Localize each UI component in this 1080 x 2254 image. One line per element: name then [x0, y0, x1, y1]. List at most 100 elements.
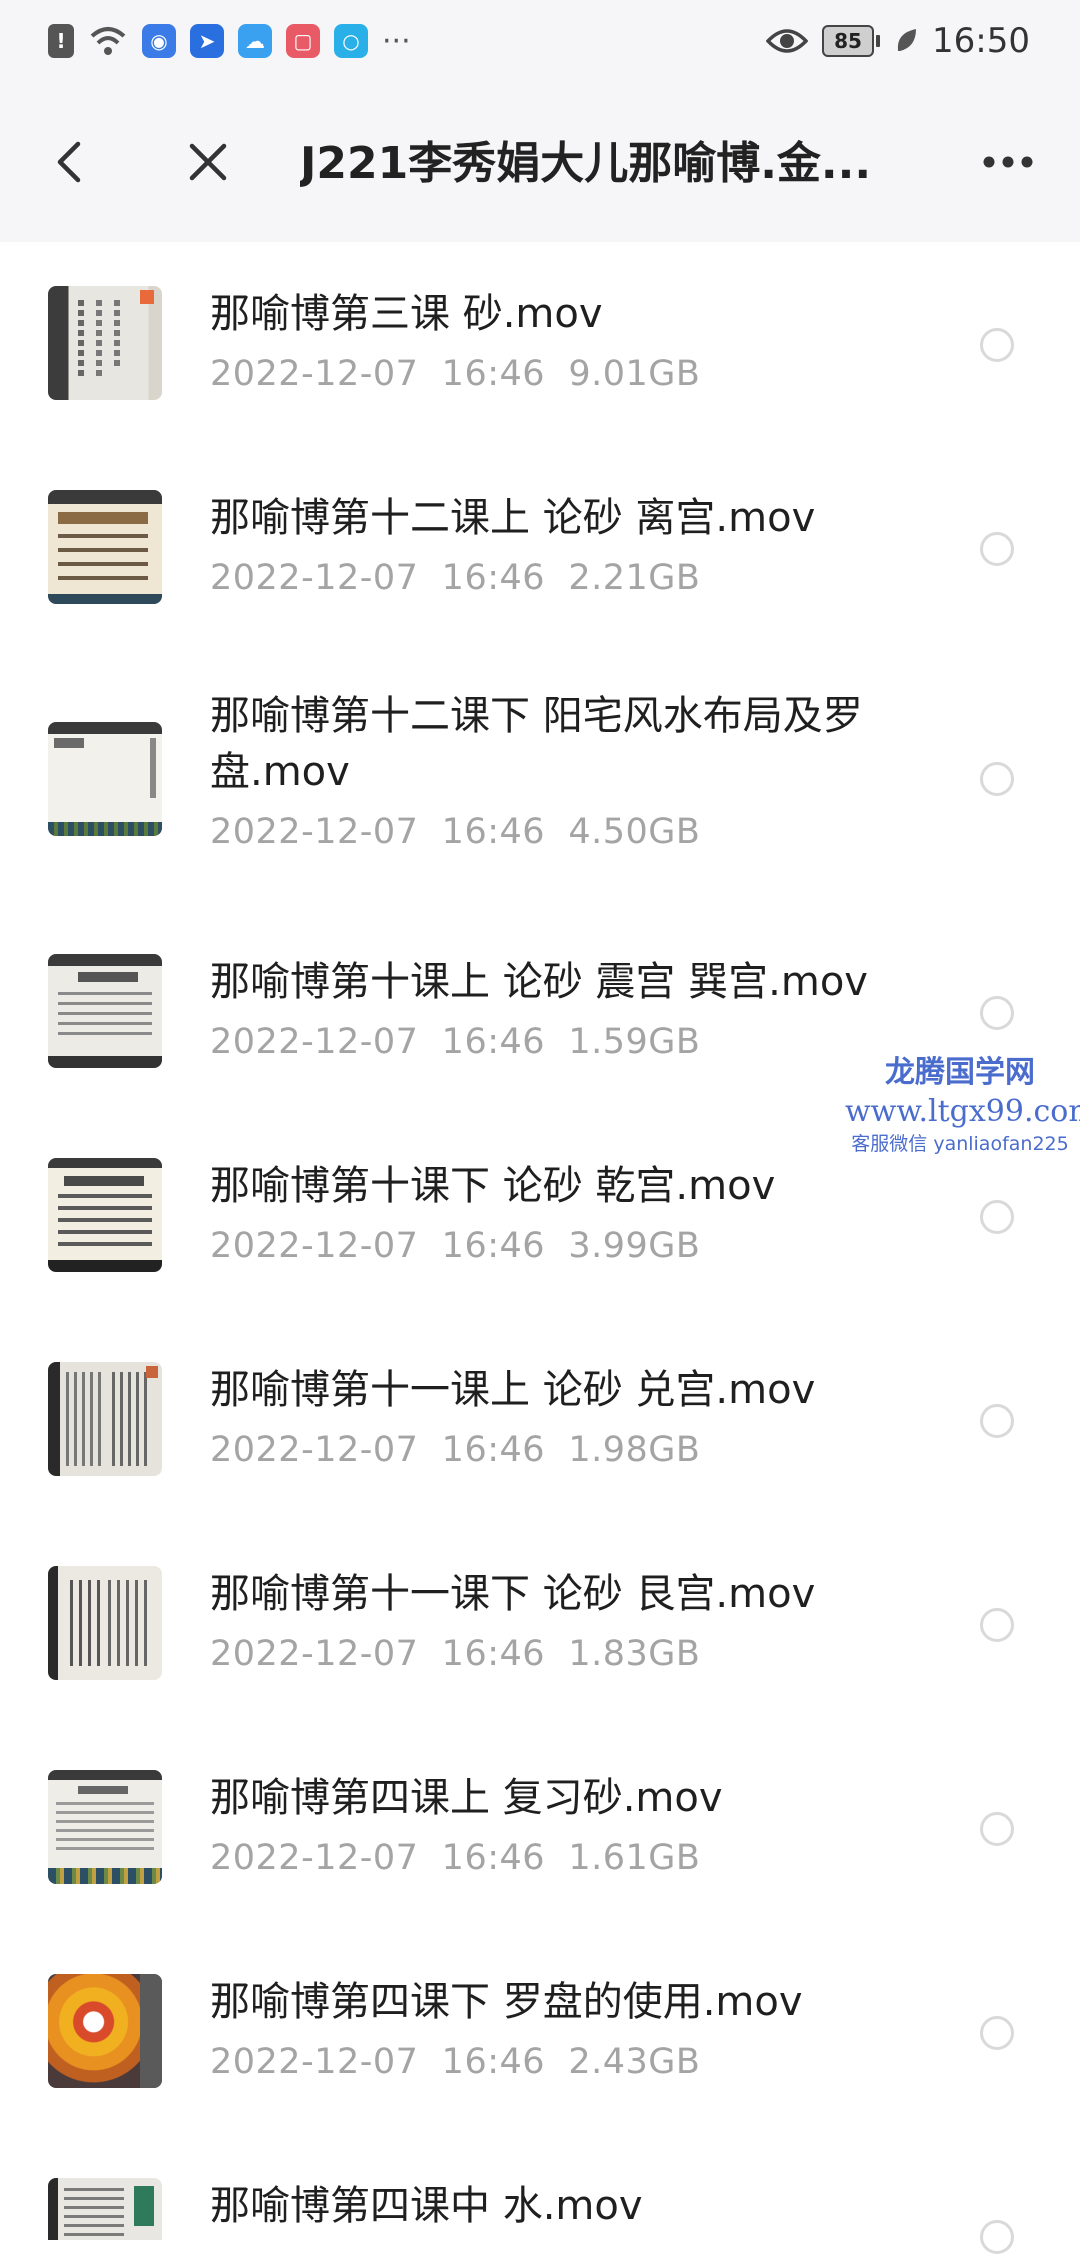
file-meta: 2022-12-07 16:46 1.98GB: [210, 1430, 700, 1470]
file-date: 2022-12-07: [210, 1838, 419, 1878]
file-name: 那喻博第十一课上 论砂 兑宫.mov: [210, 1367, 816, 1413]
more-horizontal-icon: [983, 156, 1033, 168]
page-title: J221李秀娟大儿那喻博.金...: [300, 138, 872, 189]
file-row[interactable]: 那喻博第四课下 罗盘的使用.mov 2022-12-07 16:46 2.43G…: [0, 1930, 1080, 2134]
file-meta: 2022-12-07 16:46 1.83GB: [210, 1634, 700, 1674]
file-meta: 2022-12-07 16:46 3.99GB: [210, 1226, 700, 1266]
file-time: 16:46: [441, 558, 546, 598]
file-time: 16:46: [441, 1430, 546, 1470]
watermark: 龙腾国学网 www.ltgx99.com 客服微信 yanliaofan225: [845, 1052, 1080, 1158]
file-size: 2.43GB: [568, 2042, 701, 2082]
power-saving-leaf-icon: [897, 29, 917, 51]
file-meta: 2022-12-07 16:46 1.59GB: [210, 1022, 700, 1062]
file-row[interactable]: 那喻博第十一课下 论砂 艮宫.mov 2022-12-07 16:46 1.83…: [0, 1522, 1080, 1726]
close-icon: [189, 143, 227, 181]
file-meta: 2022-12-07 16:46 2.43GB: [210, 2042, 700, 2082]
file-time: 16:46: [441, 1022, 546, 1062]
file-size: 4.50GB: [568, 812, 701, 852]
video-thumbnail: [48, 490, 162, 604]
select-radio[interactable]: [980, 1812, 1014, 1846]
status-bar: ! ◉ ➤ ☁ ▢ ○ ··· 85 16:50: [0, 0, 1080, 82]
video-thumbnail: [48, 954, 162, 1068]
file-name: 那喻博第三课 砂.mov: [210, 291, 603, 337]
file-size: 1.83GB: [568, 1634, 701, 1674]
video-thumbnail: [48, 1566, 162, 1680]
file-name: 那喻博第十课下 论砂 乾宫.mov: [210, 1163, 776, 1209]
file-name: 那喻博第十一课下 论砂 艮宫.mov: [210, 1571, 816, 1617]
file-name: 那喻博第四课下 罗盘的使用.mov: [210, 1979, 803, 2025]
file-row[interactable]: 那喻博第四课中 水.mov: [0, 2134, 1080, 2254]
app-notification-icon: ▢: [286, 24, 320, 58]
watermark-url: www.ltgx99.com: [845, 1094, 1080, 1129]
file-meta: 2022-12-07 16:46 2.21GB: [210, 558, 700, 598]
notification-icons: ! ◉ ➤ ☁ ▢ ○ ···: [48, 20, 411, 62]
select-radio[interactable]: [980, 996, 1014, 1030]
file-row[interactable]: 那喻博第十二课下 阳宅风水布局及罗盘.mov 2022-12-07 16:46 …: [0, 650, 1080, 910]
wifi-icon: [90, 27, 126, 55]
select-radio[interactable]: [980, 1200, 1014, 1234]
file-date: 2022-12-07: [210, 1634, 419, 1674]
top-app-bar: J221李秀娟大儿那喻博.金...: [0, 82, 1080, 242]
more-notifications-icon: ···: [382, 23, 411, 59]
file-time: 16:46: [441, 812, 546, 852]
video-thumbnail: [48, 1158, 162, 1272]
back-button[interactable]: [30, 122, 110, 202]
file-meta: 2022-12-07 16:46 9.01GB: [210, 354, 700, 394]
file-meta: 2022-12-07 16:46 4.50GB: [210, 812, 700, 852]
more-options-button[interactable]: [968, 122, 1048, 202]
watermark-contact: 客服微信 yanliaofan225: [851, 1133, 1069, 1155]
file-name: 那喻博第四课中 水.mov: [210, 2183, 643, 2229]
file-date: 2022-12-07: [210, 354, 419, 394]
weather-icon: ☁: [238, 24, 272, 58]
file-name: 那喻博第十二课上 论砂 离宫.mov: [210, 495, 816, 541]
select-radio[interactable]: [980, 1404, 1014, 1438]
file-date: 2022-12-07: [210, 2042, 419, 2082]
video-thumbnail: [48, 1362, 162, 1476]
file-size: 3.99GB: [568, 1226, 701, 1266]
app-notification-icon: ◉: [142, 24, 176, 58]
file-time: 16:46: [441, 1838, 546, 1878]
video-thumbnail: [48, 1770, 162, 1884]
close-button[interactable]: [168, 122, 248, 202]
system-indicators: 85 16:50: [766, 18, 1030, 64]
file-row[interactable]: 那喻博第十一课上 论砂 兑宫.mov 2022-12-07 16:46 1.98…: [0, 1318, 1080, 1522]
file-name: 那喻博第十课上 论砂 震宫 巽宫.mov: [210, 959, 868, 1005]
file-size: 1.61GB: [568, 1838, 701, 1878]
video-thumbnail: [48, 2178, 162, 2240]
select-radio[interactable]: [980, 1608, 1014, 1642]
file-size: 1.59GB: [568, 1022, 701, 1062]
file-time: 16:46: [441, 2042, 546, 2082]
video-thumbnail: [48, 1974, 162, 2088]
file-date: 2022-12-07: [210, 1022, 419, 1062]
select-radio[interactable]: [980, 762, 1014, 796]
file-date: 2022-12-07: [210, 812, 419, 852]
file-date: 2022-12-07: [210, 1226, 419, 1266]
eye-comfort-icon: [766, 29, 809, 53]
select-radio[interactable]: [980, 2220, 1014, 2254]
file-name: 那喻博第十二课下 阳宅风水布局及罗盘.mov: [210, 693, 863, 795]
search-app-icon: ○: [334, 24, 368, 58]
file-row[interactable]: 那喻博第四课上 复习砂.mov 2022-12-07 16:46 1.61GB: [0, 1726, 1080, 1930]
select-radio[interactable]: [980, 2016, 1014, 2050]
file-date: 2022-12-07: [210, 558, 419, 598]
file-time: 16:46: [441, 354, 546, 394]
file-time: 16:46: [441, 1634, 546, 1674]
battery-level: 85: [822, 25, 875, 57]
select-radio[interactable]: [980, 532, 1014, 566]
battery-icon: 85: [822, 25, 881, 57]
file-size: 2.21GB: [568, 558, 701, 598]
watermark-title: 龙腾国学网: [885, 1055, 1035, 1090]
file-name: 那喻博第四课上 复习砂.mov: [210, 1775, 723, 1821]
file-size: 1.98GB: [568, 1430, 701, 1470]
file-date: 2022-12-07: [210, 1430, 419, 1470]
video-thumbnail: [48, 286, 162, 400]
app-notification-icon: ➤: [190, 24, 224, 58]
file-row[interactable]: 那喻博第三课 砂.mov 2022-12-07 16:46 9.01GB: [0, 242, 1080, 446]
file-size: 9.01GB: [568, 354, 701, 394]
alert-icon: !: [48, 24, 74, 58]
select-radio[interactable]: [980, 328, 1014, 362]
file-row[interactable]: 那喻博第十二课上 论砂 离宫.mov 2022-12-07 16:46 2.21…: [0, 446, 1080, 650]
chevron-left-icon: [57, 141, 81, 183]
clock: 16:50: [932, 21, 1030, 61]
file-time: 16:46: [441, 1226, 546, 1266]
